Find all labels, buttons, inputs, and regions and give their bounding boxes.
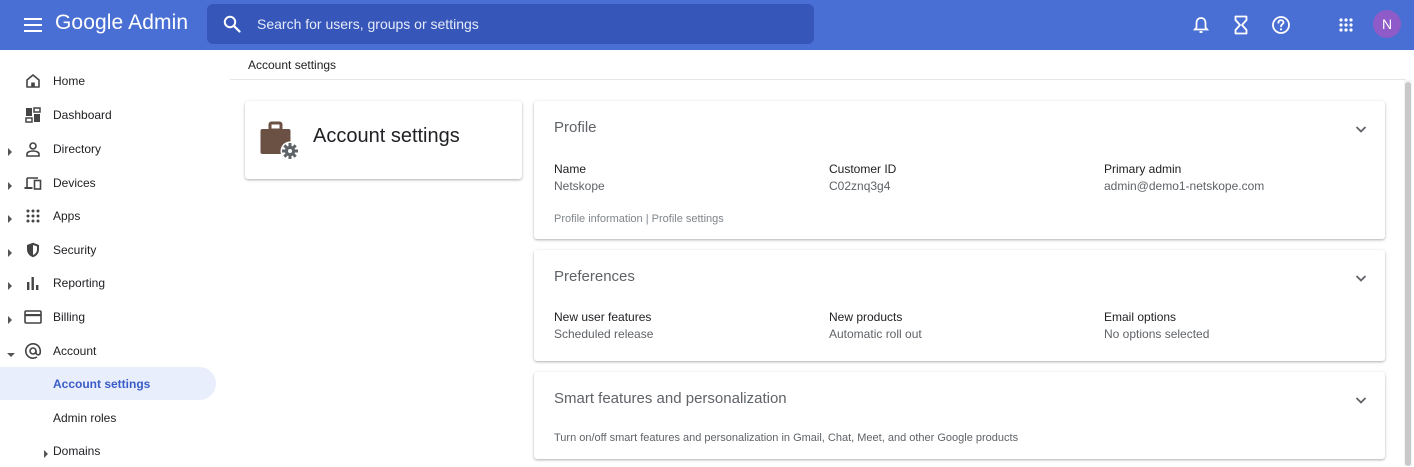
card-description: Turn on/off smart features and personali… — [554, 432, 1019, 444]
chevron-down-icon[interactable] — [1353, 121, 1369, 137]
sidebar-item-label: Dashboard — [53, 107, 112, 122]
field-value: Netskope — [554, 179, 605, 193]
collapse-caret-icon[interactable] — [7, 347, 15, 357]
search-input[interactable] — [255, 4, 795, 44]
scrollbar-thumb[interactable] — [1405, 82, 1411, 466]
top-app-bar: Google Admin N — [0, 0, 1414, 50]
expand-caret-icon[interactable] — [7, 246, 13, 257]
field-label: Email options — [1104, 310, 1177, 324]
sidebar-item-apps[interactable]: Apps — [0, 199, 216, 232]
sidebar-item-label: Admin roles — [53, 410, 117, 425]
field-value: admin@demo1-netskope.com — [1104, 179, 1265, 193]
sidebar-item-label: Reporting — [53, 275, 106, 290]
help-icon[interactable] — [1269, 13, 1293, 37]
sidebar-item-directory[interactable]: Directory — [0, 132, 216, 165]
menu-icon[interactable] — [22, 14, 44, 36]
hourglass-icon[interactable] — [1229, 13, 1253, 37]
sidebar-item-label: Directory — [53, 141, 102, 156]
expand-caret-icon[interactable] — [7, 179, 13, 190]
field-label: New products — [829, 310, 903, 324]
expand-caret-icon[interactable] — [7, 145, 13, 156]
sidebar-item-label: Devices — [53, 175, 96, 190]
sidebar-item-label: Security — [53, 242, 97, 257]
sidebar-item-label: Domains — [53, 443, 101, 458]
breadcrumb: Account settings — [248, 58, 337, 72]
expand-caret-icon[interactable] — [7, 313, 13, 324]
card-title: Smart features and personalization — [554, 390, 787, 407]
sidebar-item-admin-roles[interactable]: Admin roles — [0, 401, 216, 434]
expand-caret-icon[interactable] — [7, 212, 13, 223]
shield-icon — [24, 241, 42, 259]
card-title: Profile — [554, 119, 597, 136]
credit-card-icon — [24, 308, 42, 326]
sidebar-item-label: Account settings — [53, 376, 151, 391]
field-label: Primary admin — [1104, 162, 1182, 176]
sidebar-item-label: Account — [53, 343, 97, 358]
sidebar-item-domains[interactable]: Domains — [0, 434, 216, 467]
profile-card[interactable]: Profile Name Netskope Customer ID C02znq… — [534, 101, 1385, 239]
field-label: Customer ID — [829, 162, 897, 176]
card-footer: Profile information | Profile settings — [554, 213, 724, 225]
at-icon — [24, 342, 42, 360]
field-value: Automatic roll out — [829, 327, 922, 341]
chevron-down-icon[interactable] — [1353, 270, 1369, 286]
sidebar: Home Dashboard Directory Devices Apps Se… — [0, 50, 222, 466]
briefcase-gear-icon — [260, 121, 300, 161]
search-bar[interactable] — [207, 4, 814, 44]
page-title-card: Account settings — [245, 101, 522, 179]
chevron-down-icon[interactable] — [1353, 392, 1369, 408]
field-label: Name — [554, 162, 587, 176]
field-label: New user features — [554, 310, 652, 324]
app-title[interactable]: Google Admin — [55, 11, 188, 35]
avatar[interactable]: N — [1373, 10, 1401, 38]
sidebar-item-account-settings[interactable]: Account settings — [0, 367, 216, 400]
preferences-card[interactable]: Preferences New user features Scheduled … — [534, 250, 1385, 361]
sidebar-item-dashboard[interactable]: Dashboard — [0, 98, 216, 131]
sidebar-item-label: Apps — [53, 208, 81, 223]
sidebar-item-devices[interactable]: Devices — [0, 166, 216, 199]
sidebar-item-account[interactable]: Account — [0, 334, 216, 367]
field-value: C02znq3g4 — [829, 179, 891, 193]
card-title: Preferences — [554, 268, 635, 285]
apps-icon — [24, 207, 42, 225]
bell-icon[interactable] — [1189, 13, 1213, 37]
devices-icon — [24, 174, 42, 192]
expand-caret-icon[interactable] — [43, 447, 49, 458]
page-title: Account settings — [313, 125, 460, 147]
link-separator: | — [645, 213, 649, 225]
field-value: Scheduled release — [554, 327, 654, 341]
profile-information-link[interactable]: Profile information — [554, 213, 643, 225]
apps-grid-icon[interactable] — [1334, 13, 1358, 37]
dashboard-icon — [24, 106, 42, 124]
header-divider — [230, 79, 1406, 80]
sidebar-item-label: Home — [53, 73, 86, 88]
bar-chart-icon — [24, 274, 42, 292]
sidebar-item-label: Billing — [53, 309, 86, 324]
sidebar-item-security[interactable]: Security — [0, 233, 216, 266]
expand-caret-icon[interactable] — [7, 279, 13, 290]
home-icon — [24, 72, 42, 90]
person-icon — [24, 140, 42, 158]
search-icon[interactable] — [223, 15, 241, 33]
field-value: No options selected — [1104, 327, 1210, 341]
sidebar-item-home[interactable]: Home — [0, 64, 216, 97]
sidebar-item-reporting[interactable]: Reporting — [0, 266, 216, 299]
profile-settings-link[interactable]: Profile settings — [652, 213, 724, 225]
smart-features-card[interactable]: Smart features and personalization Turn … — [534, 372, 1385, 459]
sidebar-item-billing[interactable]: Billing — [0, 300, 216, 333]
